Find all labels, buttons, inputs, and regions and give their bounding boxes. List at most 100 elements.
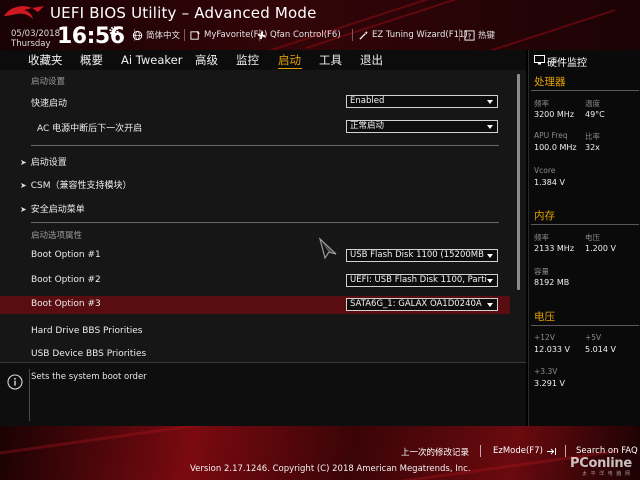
voltage-heading: 电压 — [534, 311, 555, 323]
qfan-label: Qfan Control(F6) — [270, 30, 341, 40]
rog-logo-icon — [4, 6, 44, 19]
chevron-down-icon — [487, 254, 493, 258]
vcore-label: Vcore — [534, 166, 556, 175]
voltage-12v-label: +12V — [534, 333, 555, 342]
boot-option-3-dropdown[interactable]: SATA6G_1: GALAX OA1D0240A — [346, 298, 498, 311]
boot-option-3-value: SATA6G_1: GALAX OA1D0240A — [350, 299, 482, 309]
help-bar: Sets the system boot order — [0, 362, 526, 426]
memory-frequency-value: 2133 MHz — [534, 244, 575, 253]
tab-tool[interactable]: 工具 — [319, 50, 342, 70]
globe-icon — [132, 30, 143, 40]
qfan-control-button[interactable]: Qfan Control(F6) — [256, 28, 341, 42]
boot-option-1-dropdown[interactable]: USB Flash Disk 1100 (15200MB — [346, 249, 498, 262]
search-faq-button[interactable]: Search on FAQ — [576, 446, 638, 456]
boot-option-1-label: Boot Option #1 — [31, 250, 101, 260]
tab-monitor[interactable]: 监控 — [236, 50, 259, 70]
apu-freq-label: APU Freq — [534, 131, 568, 140]
boot-option-2-value: UEFI: USB Flash Disk 1100, Parti — [350, 275, 487, 285]
cpu-heading: 处理器 — [534, 76, 566, 88]
ezmode-button[interactable]: EzMode(F7) — [493, 446, 557, 456]
divider — [31, 222, 499, 223]
exit-arrow-icon — [546, 447, 556, 455]
submenu-label: 启动设置 — [30, 158, 67, 168]
fast-boot-dropdown[interactable]: Enabled — [346, 95, 498, 108]
header-bar: UEFI BIOS Utility – Advanced Mode 05/03/… — [0, 0, 640, 50]
chevron-down-icon — [487, 125, 493, 129]
usb-device-bbs-priorities[interactable]: USB Device BBS Priorities — [31, 349, 146, 359]
voltage-5v-label: +5V — [585, 333, 602, 342]
svg-text:?: ? — [468, 31, 472, 40]
last-modified-button[interactable]: 上一次的修改记录 — [401, 446, 469, 458]
settings-panel: 启动设置 快速启动 Enabled AC 电源中断后下一次开启 正常启动 ➤ 启动… — [0, 70, 526, 362]
boot-option-2-label: Boot Option #2 — [31, 275, 101, 285]
submenu-label: CSM（兼容性支持模块） — [30, 181, 132, 191]
help-divider — [29, 369, 30, 421]
divider — [531, 90, 639, 91]
scrollbar[interactable] — [517, 74, 520, 290]
voltage-3v3-value: 3.291 V — [534, 379, 565, 388]
tab-boot[interactable]: 启动 — [278, 50, 301, 70]
tab-favorites[interactable]: 收藏夹 — [28, 50, 63, 70]
copyright-text: Version 2.17.1246. Copyright (C) 2018 Am… — [190, 464, 471, 474]
vcore-value: 1.384 V — [534, 178, 565, 187]
favorite-icon — [190, 30, 201, 40]
search-faq-label: Search on FAQ — [576, 446, 638, 456]
ac-power-loss-dropdown[interactable]: 正常启动 — [346, 120, 498, 133]
tab-ai-tweaker[interactable]: Ai Tweaker — [121, 50, 182, 70]
cpu-temperature-value: 49°C — [585, 110, 605, 119]
hard-drive-bbs-priorities[interactable]: Hard Drive BBS Priorities — [31, 326, 142, 336]
footer-bar: 上一次的修改记录 EzMode(F7) Search on FAQ Versio… — [0, 426, 640, 480]
cpu-frequency-label: 频率 — [534, 99, 549, 108]
chevron-down-icon — [487, 100, 493, 104]
cpu-ratio-value: 32x — [585, 143, 600, 152]
submenu-csm[interactable]: ➤ CSM（兼容性支持模块） — [20, 178, 131, 191]
memory-voltage-value: 1.200 V — [585, 244, 616, 253]
bios-title: UEFI BIOS Utility – Advanced Mode — [50, 4, 317, 22]
chevron-down-icon — [487, 279, 493, 283]
voltage-12v-value: 12.033 V — [534, 345, 571, 354]
main-menu-bar: 收藏夹 概要 Ai Tweaker 高级 监控 启动 工具 退出 — [0, 50, 526, 70]
hotkey-icon: ? — [464, 29, 475, 41]
tab-main[interactable]: 概要 — [80, 50, 103, 70]
fast-boot-label: 快速启动 — [31, 99, 68, 109]
help-text: Sets the system boot order — [31, 372, 147, 382]
date-display: 05/03/2018 — [11, 29, 60, 39]
apu-freq-value: 100.0 MHz — [534, 143, 577, 152]
ezmode-label: EzMode(F7) — [493, 446, 543, 456]
hardware-monitor-panel: 硬件监控 处理器 频率 温度 3200 MHz 49°C APU Freq 比率… — [528, 50, 640, 426]
monitor-icon — [534, 55, 545, 65]
fan-icon — [257, 31, 266, 39]
chevron-right-icon: ➤ — [20, 205, 27, 214]
memory-frequency-label: 频率 — [534, 233, 549, 242]
section-boot-option-priorities: 启动选项属性 — [31, 231, 83, 241]
voltage-3v3-label: +3.3V — [534, 367, 558, 376]
footer-divider — [480, 445, 481, 457]
language-button[interactable]: 简体中文 — [132, 28, 180, 42]
memory-capacity-value: 8192 MB — [534, 278, 570, 287]
boot-option-1-value: USB Flash Disk 1100 (15200MB — [350, 250, 484, 260]
cpu-frequency-value: 3200 MHz — [534, 110, 575, 119]
tab-exit[interactable]: 退出 — [360, 50, 383, 70]
ez-tuning-wizard-button[interactable]: EZ Tuning Wizard(F11) — [358, 28, 468, 42]
chevron-down-icon — [487, 303, 493, 307]
memory-capacity-label: 容量 — [534, 267, 549, 276]
memory-voltage-label: 电压 — [585, 233, 600, 242]
footer-divider — [565, 445, 566, 457]
submenu-label: 安全启动菜单 — [30, 205, 85, 215]
gear-icon[interactable] — [108, 25, 120, 37]
info-icon — [7, 374, 23, 390]
chevron-right-icon: ➤ — [20, 181, 27, 190]
submenu-boot-configuration[interactable]: ➤ 启动设置 — [20, 155, 67, 168]
section-boot-configuration: 启动设置 — [31, 77, 66, 87]
boot-option-2-dropdown[interactable]: UEFI: USB Flash Disk 1100, Parti — [346, 274, 498, 287]
submenu-secure-boot[interactable]: ➤ 安全启动菜单 — [20, 202, 85, 215]
watermark-logo: PConline — [570, 456, 632, 471]
hotkey-button[interactable]: ? 热键 — [464, 28, 495, 42]
divider — [531, 325, 639, 326]
voltage-5v-value: 5.014 V — [585, 345, 616, 354]
boot-option-3-label: Boot Option #3 — [31, 299, 101, 309]
wizard-icon — [359, 30, 369, 40]
tab-advanced[interactable]: 高级 — [195, 50, 218, 70]
ac-power-loss-value: 正常启动 — [350, 121, 385, 131]
divider — [531, 224, 639, 225]
